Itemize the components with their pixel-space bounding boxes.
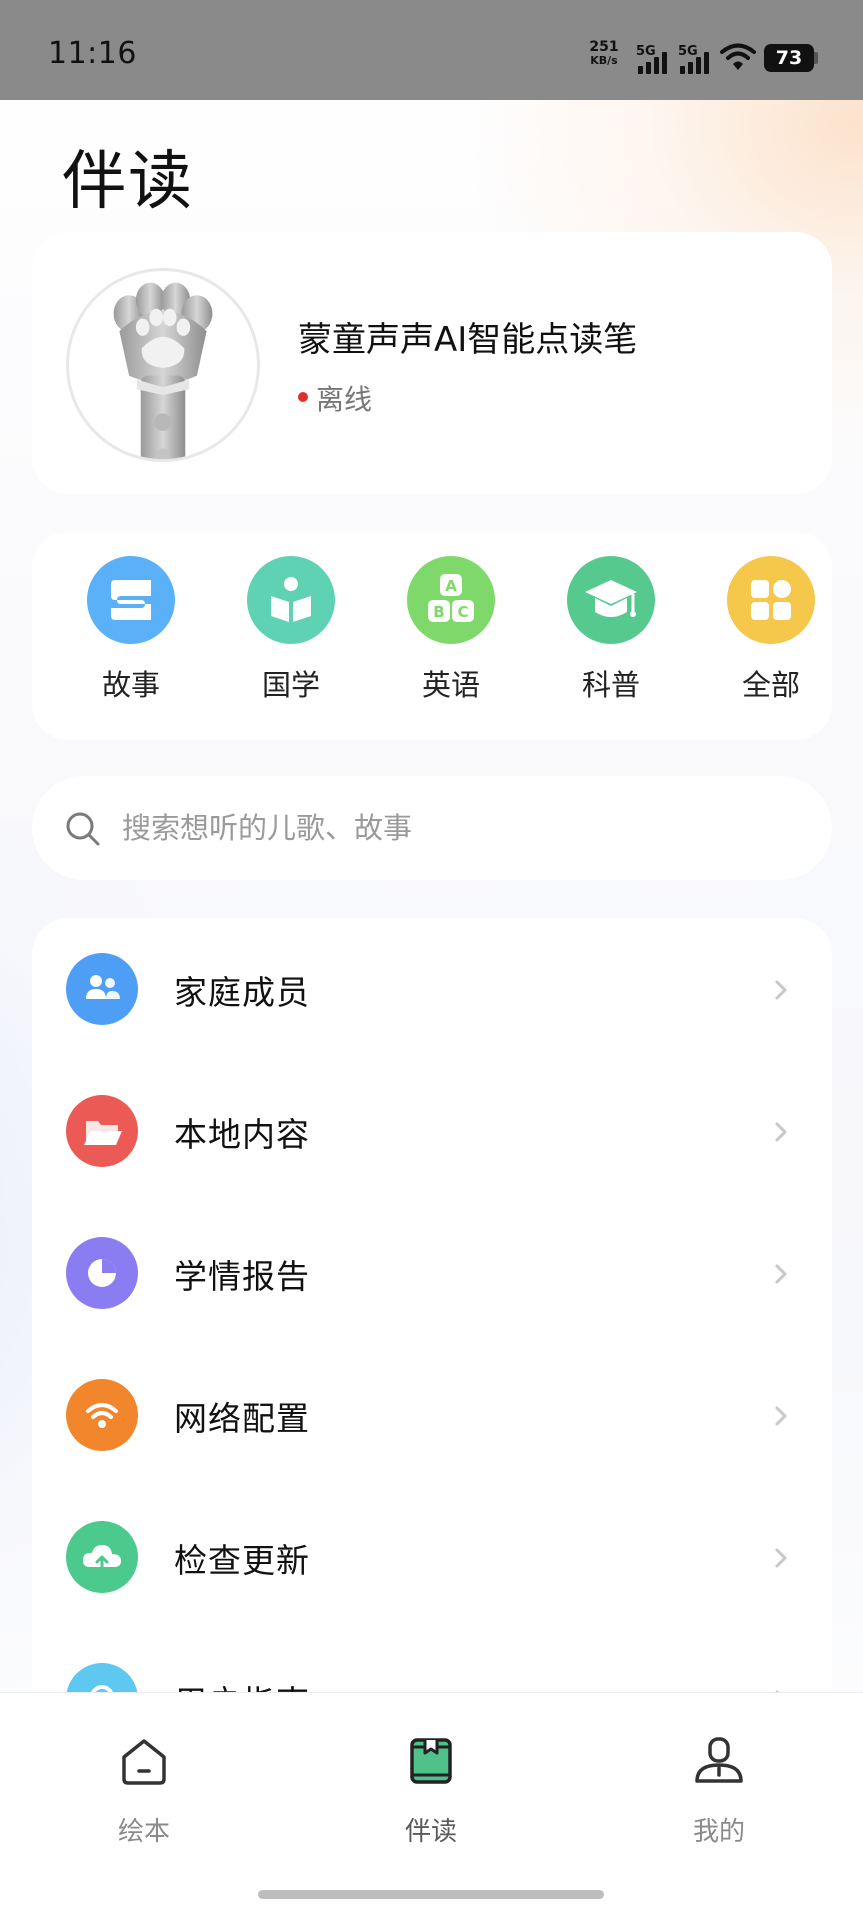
- search-bar[interactable]: [32, 776, 832, 880]
- category-label: 英语: [421, 668, 480, 702]
- menu-label: 学情报告: [174, 1257, 310, 1296]
- reading-pen-image: [113, 282, 213, 459]
- category-guoxue[interactable]: 国学: [236, 556, 346, 716]
- abc-blocks-icon: A B C: [407, 556, 495, 644]
- cloud-upload-icon: [66, 1521, 138, 1593]
- status-dot-icon: [298, 392, 308, 402]
- story-icon: [87, 556, 175, 644]
- svg-text:A: A: [445, 577, 457, 595]
- nav-tab-picture-book[interactable]: 绘本: [64, 1735, 224, 1855]
- network-speed-value: 251: [589, 39, 619, 55]
- menu-item-learning-report[interactable]: 学情报告: [32, 1202, 832, 1344]
- category-label: 国学: [261, 668, 320, 702]
- grid-icon: [727, 556, 815, 644]
- book-reader-icon: [247, 556, 335, 644]
- reading-book-icon: [410, 1738, 452, 1784]
- menu-label: 检查更新: [174, 1541, 310, 1580]
- network-speed-unit: KB/s: [590, 54, 618, 67]
- pie-chart-icon: [66, 1237, 138, 1309]
- signal-type-label: 5G: [636, 44, 656, 59]
- category-english[interactable]: A B C 英语: [396, 556, 506, 716]
- category-card: 故事 国学 A B C 英语 科普 全部: [32, 532, 832, 740]
- screen: 11:16 251 KB/s 5G 5G 73 伴读 蒙童声声AI智能点读笔 离…: [0, 0, 863, 1918]
- device-avatar: [66, 268, 260, 462]
- profile-icon: [695, 1737, 743, 1783]
- svg-text:B: B: [433, 603, 444, 621]
- category-label: 全部: [741, 668, 800, 702]
- category-science[interactable]: 科普: [556, 556, 666, 716]
- category-label: 科普: [581, 668, 640, 702]
- folder-icon: [66, 1095, 138, 1167]
- menu-item-check-update[interactable]: 检查更新: [32, 1486, 832, 1628]
- nav-label: 我的: [692, 1817, 745, 1847]
- category-all[interactable]: 全部: [716, 556, 826, 716]
- chevron-right-icon: [775, 1406, 787, 1426]
- device-card[interactable]: 蒙童声声AI智能点读笔 离线: [32, 232, 832, 494]
- home-indicator[interactable]: [258, 1890, 604, 1899]
- chevron-right-icon: [775, 1122, 787, 1142]
- device-name: 蒙童声声AI智能点读笔: [298, 320, 638, 360]
- menu-label: 家庭成员: [174, 973, 310, 1012]
- graduation-cap-icon: [567, 556, 655, 644]
- chevron-right-icon: [775, 1264, 787, 1284]
- battery-tip: [814, 52, 818, 64]
- home-icon: [122, 1739, 166, 1785]
- family-icon: [66, 953, 138, 1025]
- battery-indicator: 73: [764, 44, 814, 72]
- signal-icon: 5G: [678, 44, 718, 74]
- menu-label: 本地内容: [174, 1115, 310, 1154]
- signal-icon: 5G: [636, 44, 676, 74]
- wifi-icon: [66, 1379, 138, 1451]
- menu-item-family-members[interactable]: 家庭成员: [32, 918, 832, 1060]
- chevron-right-icon: [775, 1548, 787, 1568]
- menu-item-local-content[interactable]: 本地内容: [32, 1060, 832, 1202]
- signal-type-label: 5G: [678, 44, 698, 59]
- menu-label: 网络配置: [174, 1399, 310, 1438]
- nav-tab-reading[interactable]: 伴读: [351, 1735, 511, 1855]
- status-time: 11:16: [48, 36, 137, 71]
- nav-label: 绘本: [117, 1817, 170, 1847]
- category-label: 故事: [101, 668, 160, 702]
- wifi-icon: [720, 42, 756, 72]
- search-input[interactable]: [122, 800, 782, 856]
- menu-item-network-config[interactable]: 网络配置: [32, 1344, 832, 1486]
- device-status: 离线: [316, 383, 373, 416]
- category-story[interactable]: 故事: [76, 556, 186, 716]
- network-speed: 251 KB/s: [584, 40, 624, 68]
- bottom-nav: 绘本 伴读 我的: [0, 1692, 863, 1918]
- page-title: 伴读: [62, 145, 194, 219]
- svg-text:C: C: [457, 603, 468, 621]
- search-icon: [66, 812, 100, 846]
- status-bar: 11:16 251 KB/s 5G 5G 73: [0, 0, 863, 100]
- chevron-right-icon: [775, 980, 787, 1000]
- nav-label: 伴读: [404, 1817, 457, 1847]
- nav-tab-profile[interactable]: 我的: [639, 1735, 799, 1855]
